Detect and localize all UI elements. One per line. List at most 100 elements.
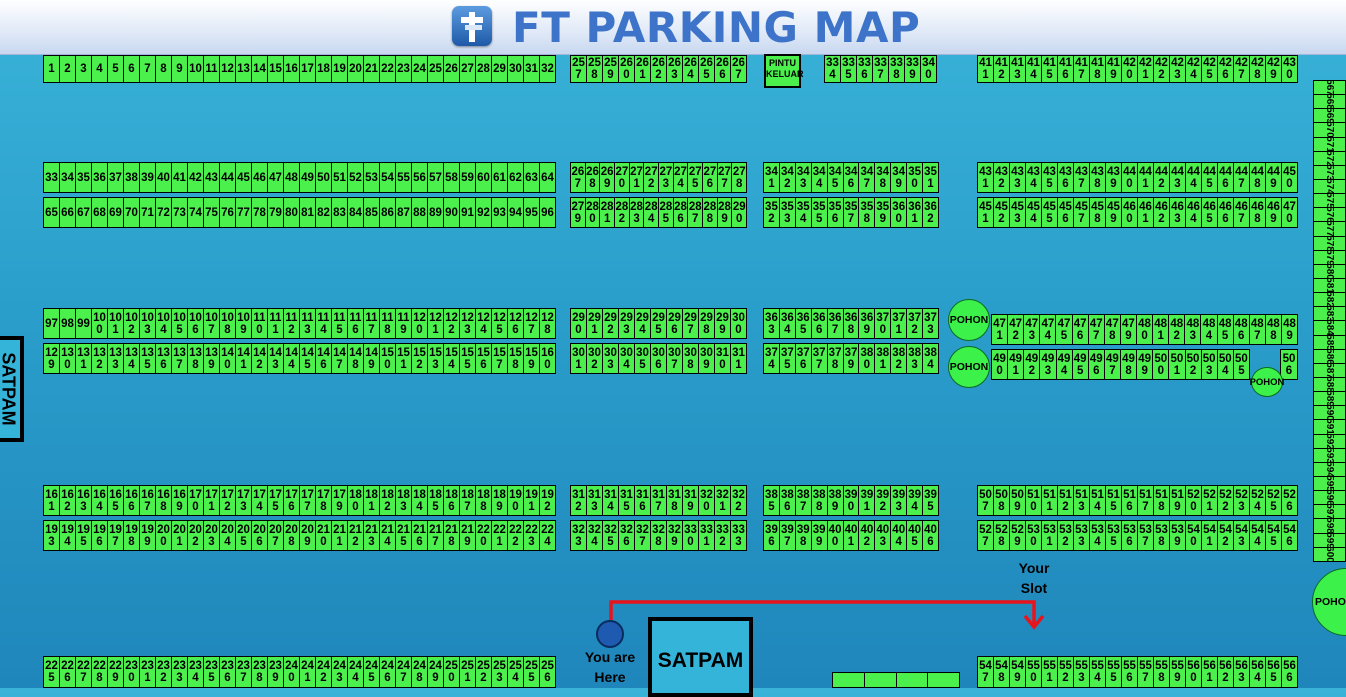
parking-slot[interactable]: 27 0 [614, 163, 629, 192]
parking-slot[interactable]: 40 3 [874, 521, 890, 550]
parking-slot[interactable]: 15 5 [459, 344, 475, 373]
parking-slot[interactable]: 20 2 [187, 521, 203, 550]
parking-slot[interactable]: 31 5 [618, 486, 634, 515]
parking-slot[interactable]: 18 2 [379, 486, 395, 515]
parking-slot[interactable]: 33 0 [682, 521, 698, 550]
parking-slot[interactable]: 30 8 [682, 344, 698, 373]
parking-slot[interactable]: 30 2 [586, 344, 602, 373]
parking-slot[interactable]: 35 7 [842, 198, 859, 227]
parking-slot[interactable]: 24 8 [411, 657, 427, 687]
parking-slot[interactable]: 33 3 [730, 521, 746, 550]
parking-slot[interactable]: 571 [1314, 136, 1345, 151]
parking-slot[interactable]: 38 3 [906, 344, 922, 373]
parking-slot[interactable]: 589 [1314, 391, 1345, 405]
parking-slot[interactable]: 575 [1314, 193, 1345, 207]
parking-slot[interactable]: 21 1 [331, 521, 347, 550]
parking-slot[interactable]: 31 [523, 56, 539, 82]
parking-slot[interactable]: 11 [203, 56, 219, 82]
parking-slot[interactable]: 22 1 [491, 521, 507, 550]
parking-slot[interactable]: 95 [523, 198, 539, 227]
parking-slot[interactable]: 46 7 [1233, 198, 1249, 227]
parking-slot[interactable]: 51 5 [1105, 486, 1121, 515]
parking-slot[interactable]: 16 0 [539, 344, 555, 373]
parking-slot[interactable]: 30 5 [634, 344, 650, 373]
parking-slot[interactable]: 47 0 [1281, 198, 1297, 227]
parking-slot[interactable]: 14 0 [219, 344, 235, 373]
parking-slot[interactable]: 20 8 [283, 521, 299, 550]
parking-slot[interactable]: 40 4 [890, 521, 906, 550]
parking-slot[interactable]: 56 6 [1281, 657, 1297, 687]
parking-slot[interactable]: 34 1 [764, 163, 779, 192]
parking-slot[interactable]: 34 2 [778, 163, 795, 192]
parking-slot[interactable]: 11 8 [379, 309, 395, 338]
parking-slot[interactable]: 599 [1314, 532, 1345, 547]
parking-slot[interactable]: 36 7 [826, 309, 843, 338]
parking-slot[interactable]: 21 8 [443, 521, 459, 550]
parking-slot[interactable]: 34 0 [920, 56, 936, 82]
parking-slot[interactable]: 51 4 [1089, 486, 1105, 515]
parking-slot[interactable]: 21 6 [411, 521, 427, 550]
parking-slot[interactable]: 49 0 [992, 350, 1007, 379]
parking-slot[interactable]: 23 3 [171, 657, 187, 687]
parking-slot[interactable]: 37 3 [922, 309, 938, 338]
parking-slot[interactable]: 56 2 [1217, 657, 1233, 687]
parking-slot[interactable]: 53 4 [1089, 521, 1105, 550]
parking-slot[interactable]: 29 4 [634, 309, 650, 338]
parking-slot[interactable]: 23 1 [139, 657, 155, 687]
parking-slot[interactable]: 35 [75, 163, 91, 192]
parking-slot[interactable]: 16 [283, 56, 299, 82]
parking-slot[interactable]: 12 5 [491, 309, 507, 338]
parking-slot[interactable]: 46 4 [1185, 198, 1201, 227]
parking-slot[interactable]: 23 [395, 56, 411, 82]
parking-slot[interactable]: 10 1 [107, 309, 123, 338]
parking-slot[interactable]: 40 5 [906, 521, 922, 550]
parking-slot[interactable]: 30 4 [618, 344, 634, 373]
parking-slot[interactable]: 94 [507, 198, 523, 227]
parking-slot[interactable]: 55 2 [1057, 657, 1073, 687]
parking-slot[interactable]: 38 7 [794, 486, 811, 515]
parking-slot[interactable]: 62 [507, 163, 523, 192]
parking-slot[interactable]: 12 0 [411, 309, 427, 338]
parking-slot[interactable]: 31 7 [650, 486, 666, 515]
parking-slot[interactable]: 48 7 [1248, 315, 1265, 344]
parking-slot[interactable]: 55 8 [1153, 657, 1169, 687]
parking-slot[interactable]: 51 7 [1137, 486, 1153, 515]
parking-slot[interactable]: 580 [1314, 263, 1345, 278]
parking-slot[interactable]: 39 0 [842, 486, 859, 515]
parking-slot[interactable]: 39 9 [810, 521, 827, 550]
parking-slot[interactable]: 7 [139, 56, 155, 82]
parking-slot[interactable]: 36 [91, 163, 107, 192]
parking-slot[interactable]: 43 5 [1041, 163, 1057, 192]
parking-slot[interactable]: 53 6 [1121, 521, 1137, 550]
parking-slot[interactable]: 29 8 [698, 309, 714, 338]
parking-slot[interactable]: 31 9 [682, 486, 698, 515]
parking-slot[interactable]: 46 8 [1249, 198, 1265, 227]
parking-slot[interactable]: 25 9 [602, 56, 618, 82]
parking-slot[interactable]: 51 1 [1041, 486, 1057, 515]
parking-slot[interactable]: 586 [1314, 348, 1345, 363]
parking-slot[interactable]: 578 [1314, 235, 1345, 250]
parking-slot[interactable]: 21 0 [315, 521, 331, 550]
parking-slot[interactable]: 42 3 [1169, 56, 1185, 82]
parking-slot[interactable]: 17 5 [267, 486, 283, 515]
parking-slot[interactable]: 18 8 [475, 486, 491, 515]
parking-slot[interactable]: 16 6 [123, 486, 139, 515]
parking-slot[interactable]: 67 [75, 198, 91, 227]
parking-slot[interactable]: 47 [267, 163, 283, 192]
parking-slot[interactable]: 10 4 [155, 309, 171, 338]
parking-slot[interactable]: 47 4 [1039, 315, 1055, 344]
parking-slot[interactable]: 18 7 [459, 486, 475, 515]
parking-slot[interactable]: 42 4 [1185, 56, 1201, 82]
parking-slot[interactable]: 14 1 [235, 344, 251, 373]
parking-slot[interactable]: 51 9 [1169, 486, 1185, 515]
parking-slot[interactable]: 49 9 [1136, 350, 1152, 379]
parking-slot[interactable]: 17 3 [235, 486, 251, 515]
parking-slot[interactable]: 54 8 [993, 657, 1009, 687]
parking-slot[interactable]: 42 [187, 163, 203, 192]
parking-slot[interactable]: 15 8 [507, 344, 523, 373]
parking-slot[interactable]: 84 [347, 198, 363, 227]
parking-slot[interactable]: 30 1 [571, 344, 586, 373]
parking-slot[interactable]: 38 [123, 163, 139, 192]
parking-slot[interactable]: 45 0 [1281, 163, 1297, 192]
parking-slot[interactable]: 44 6 [1217, 163, 1233, 192]
